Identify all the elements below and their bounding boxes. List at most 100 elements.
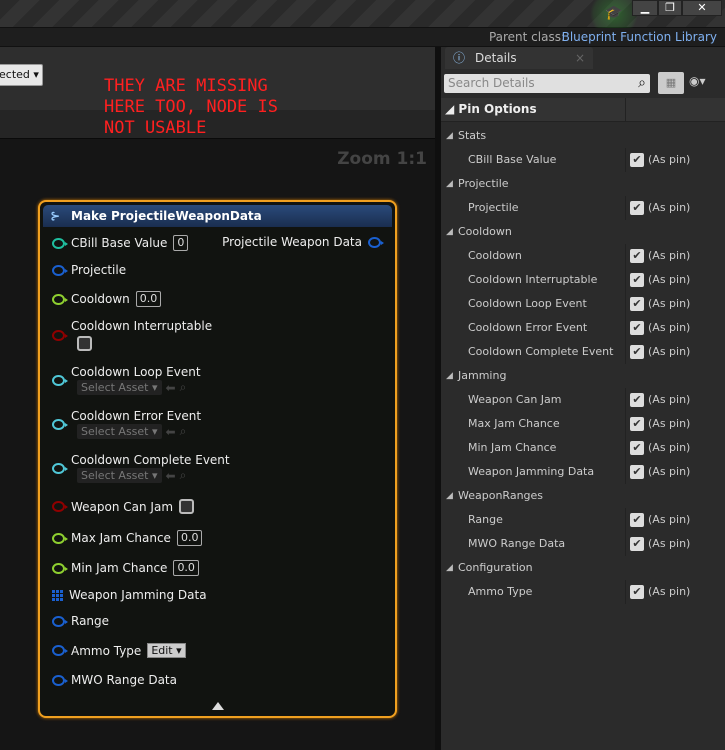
input-pin[interactable]: MWO Range Data	[52, 673, 177, 687]
pin-circle-icon[interactable]	[52, 645, 68, 656]
input-pin[interactable]: Weapon Can Jam	[52, 499, 195, 514]
graduation-cap-icon[interactable]: 🎓	[605, 5, 622, 21]
use-selected-arrow-icon[interactable]: ⬅	[166, 469, 176, 483]
pin-option-row[interactable]: Range ✔ (As pin)	[441, 508, 725, 532]
selection-dropdown[interactable]: ected ▾	[0, 64, 43, 86]
pin-option-row[interactable]: Weapon Jamming Data ✔ (As pin)	[441, 460, 725, 484]
eye-view-options-icon[interactable]: ◉▾	[689, 74, 706, 88]
input-pin[interactable]: Cooldown Interruptable	[52, 319, 212, 351]
as-pin-checkbox[interactable]: ✔	[630, 465, 644, 479]
collapse-triangle-icon[interactable]: ◢	[446, 172, 453, 196]
select-asset-dropdown[interactable]: Select Asset ▾	[77, 468, 162, 483]
input-pin[interactable]: Min Jam Chance 0.0	[52, 560, 199, 576]
search-input[interactable]: Search Details ⌕	[444, 74, 650, 93]
browse-search-icon[interactable]: ⌕	[180, 380, 187, 395]
pin-circle-icon[interactable]	[52, 532, 68, 544]
as-pin-checkbox[interactable]: ✔	[630, 297, 644, 311]
pin-circle-icon[interactable]	[52, 562, 68, 574]
as-pin-checkbox[interactable]: ✔	[630, 321, 644, 335]
pin-option-row[interactable]: Cooldown Error Event ✔ (As pin)	[441, 316, 725, 340]
as-pin-checkbox[interactable]: ✔	[630, 441, 644, 455]
select-asset-dropdown[interactable]: Select Asset ▾	[77, 424, 162, 439]
as-pin-checkbox[interactable]: ✔	[630, 537, 644, 551]
use-selected-arrow-icon[interactable]: ⬅	[166, 381, 176, 395]
search-icon[interactable]: ⌕	[638, 74, 646, 93]
pin-option-row[interactable]: Cooldown Interruptable ✔ (As pin)	[441, 268, 725, 292]
pin-circle-icon[interactable]	[52, 329, 68, 341]
close-tab-icon[interactable]: ×	[575, 47, 585, 69]
pin-circle-icon[interactable]	[52, 615, 68, 627]
as-pin-checkbox[interactable]: ✔	[630, 201, 644, 215]
pin-value-input[interactable]: 0	[173, 235, 189, 251]
pin-option-row[interactable]: CBill Base Value ✔ (As pin)	[441, 148, 725, 172]
collapse-triangle-icon[interactable]: ◢	[446, 364, 453, 388]
category-row[interactable]: ◢ Configuration	[441, 556, 725, 580]
pin-circle-icon[interactable]	[52, 501, 68, 512]
minimize-button[interactable]: ▁	[632, 0, 658, 16]
as-pin-checkbox[interactable]: ✔	[630, 393, 644, 407]
input-pin[interactable]: Weapon Jamming Data	[52, 588, 207, 602]
pin-circle-icon[interactable]	[52, 293, 68, 305]
pin-circle-icon[interactable]	[52, 418, 68, 430]
section-pin-options[interactable]: ◢ Pin Options	[441, 98, 725, 122]
pin-value-input[interactable]: 0.0	[176, 530, 203, 546]
input-pin[interactable]: CBill Base Value 0	[52, 235, 189, 251]
pin-circle-icon[interactable]	[368, 236, 384, 248]
as-pin-checkbox[interactable]: ✔	[630, 249, 644, 263]
tab-details[interactable]: ⓘ Details ×	[445, 47, 593, 69]
collapse-triangle-icon[interactable]: ◢	[446, 220, 453, 244]
restore-button[interactable]: ❐	[658, 0, 682, 16]
pin-option-row[interactable]: Max Jam Chance ✔ (As pin)	[441, 412, 725, 436]
make-struct-node[interactable]: ⊱ Make ProjectileWeaponData Projectile W…	[38, 200, 397, 718]
pin-value-input[interactable]: 0.0	[173, 560, 199, 576]
input-pin[interactable]: Cooldown Loop Event Select Asset ▾ ⬅ ⌕	[52, 365, 201, 395]
input-pin[interactable]: Cooldown Error Event Select Asset ▾ ⬅ ⌕	[52, 409, 201, 439]
pin-option-row[interactable]: Cooldown Loop Event ✔ (As pin)	[441, 292, 725, 316]
pin-option-row[interactable]: Cooldown ✔ (As pin)	[441, 244, 725, 268]
pin-circle-icon[interactable]	[52, 462, 68, 474]
as-pin-checkbox[interactable]: ✔	[630, 513, 644, 527]
category-row[interactable]: ◢ Stats	[441, 124, 725, 148]
pin-circle-icon[interactable]	[52, 674, 68, 686]
pin-circle-icon[interactable]	[52, 374, 68, 386]
input-pin[interactable]: Ammo Type Edit ▾	[52, 643, 186, 658]
pin-checkbox[interactable]	[77, 336, 92, 351]
array-pin-icon[interactable]	[52, 589, 63, 601]
as-pin-checkbox[interactable]: ✔	[630, 153, 644, 167]
collapse-triangle-icon[interactable]: ◢	[446, 124, 453, 148]
browse-search-icon[interactable]: ⌕	[180, 468, 187, 483]
parent-class-link[interactable]: Blueprint Function Library	[562, 30, 717, 44]
pin-option-row[interactable]: Cooldown Complete Event ✔ (As pin)	[441, 340, 725, 364]
select-asset-dropdown[interactable]: Select Asset ▾	[77, 380, 162, 395]
pin-option-row[interactable]: MWO Range Data ✔ (As pin)	[441, 532, 725, 556]
collapse-triangle-icon[interactable]: ◢	[446, 484, 453, 508]
pin-option-row[interactable]: Ammo Type ✔ (As pin)	[441, 580, 725, 604]
category-row[interactable]: ◢ WeaponRanges	[441, 484, 725, 508]
pin-option-row[interactable]: Projectile ✔ (As pin)	[441, 196, 725, 220]
input-pin[interactable]: Range	[52, 614, 109, 628]
category-row[interactable]: ◢ Cooldown	[441, 220, 725, 244]
category-row[interactable]: ◢ Projectile	[441, 172, 725, 196]
browse-search-icon[interactable]: ⌕	[180, 424, 187, 439]
node-header[interactable]: ⊱ Make ProjectileWeaponData	[43, 205, 392, 227]
use-selected-arrow-icon[interactable]: ⬅	[166, 425, 176, 439]
input-pin[interactable]: Cooldown Complete Event Select Asset ▾ ⬅ ⌕	[52, 453, 230, 483]
close-button[interactable]: ✕	[682, 0, 722, 16]
pin-value-input[interactable]: 0.0	[135, 291, 162, 307]
input-pin[interactable]: Max Jam Chance 0.0	[52, 530, 203, 546]
collapse-arrow-icon[interactable]	[212, 702, 224, 710]
pin-option-row[interactable]: Weapon Can Jam ✔ (As pin)	[441, 388, 725, 412]
grid-view-icon[interactable]: ▦	[658, 72, 684, 94]
pin-circle-icon[interactable]	[52, 264, 68, 276]
as-pin-checkbox[interactable]: ✔	[630, 417, 644, 431]
collapse-triangle-icon[interactable]: ◢	[446, 556, 453, 580]
pin-option-row[interactable]: Min Jam Chance ✔ (As pin)	[441, 436, 725, 460]
input-pin[interactable]: Cooldown 0.0	[52, 291, 162, 307]
category-row[interactable]: ◢ Jamming	[441, 364, 725, 388]
as-pin-checkbox[interactable]: ✔	[630, 345, 644, 359]
input-pin[interactable]: Projectile	[52, 263, 126, 277]
pin-checkbox[interactable]	[179, 499, 195, 514]
as-pin-checkbox[interactable]: ✔	[630, 585, 644, 599]
pin-circle-icon[interactable]	[52, 237, 68, 249]
as-pin-checkbox[interactable]: ✔	[630, 273, 644, 287]
